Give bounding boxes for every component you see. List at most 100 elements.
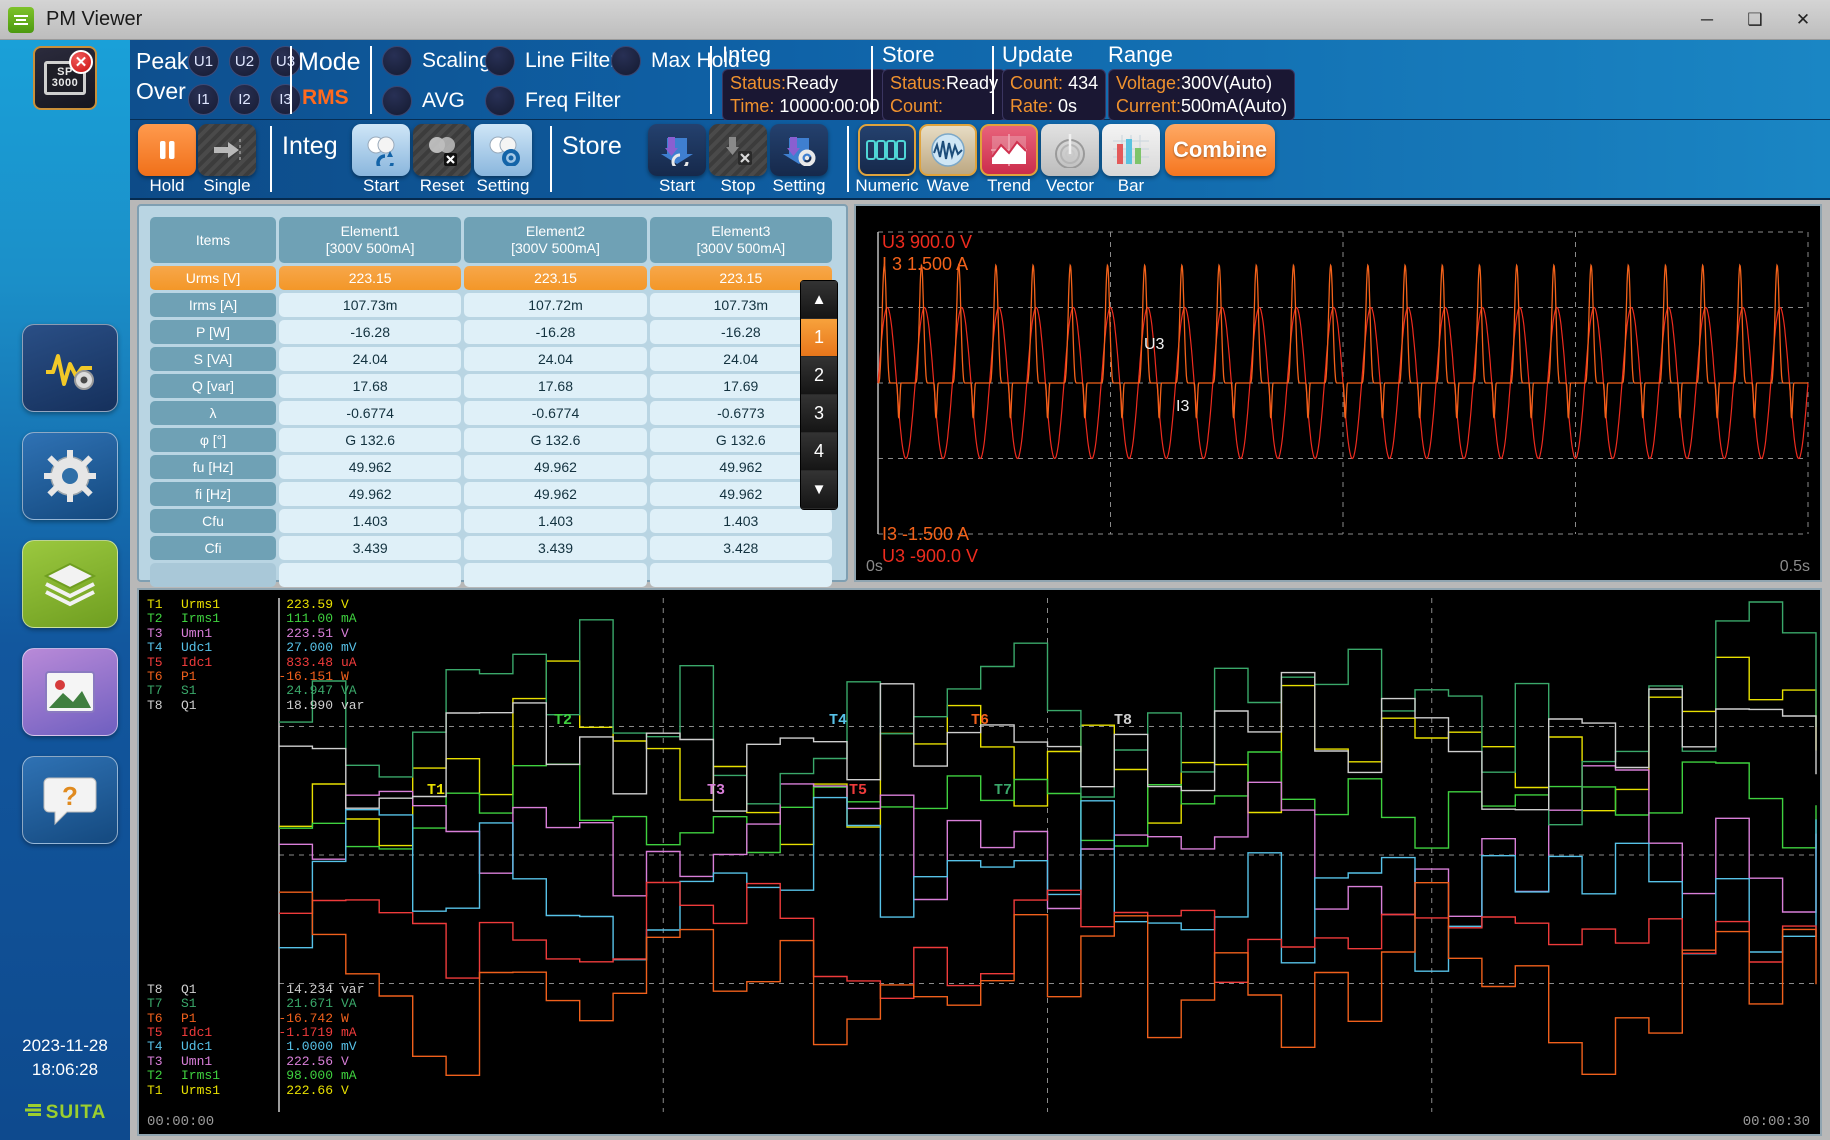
peak-indicator-u3: U3 — [270, 46, 301, 77]
legend-value: -1.1719 — [259, 1026, 333, 1040]
wave-inline-u3-label: U3 — [1144, 336, 1164, 354]
table-row[interactable]: P [W]-16.28-16.28-16.28 — [150, 320, 835, 344]
integ-start-button[interactable] — [352, 124, 410, 176]
store-stop-button[interactable] — [709, 124, 767, 176]
store-status-key: Status: — [890, 73, 946, 93]
numeric-view-button[interactable] — [858, 124, 916, 176]
page-down-button[interactable]: ▼ — [801, 471, 837, 509]
freq-filter-led-icon — [485, 86, 515, 116]
range-voltage-key: Voltage: — [1116, 73, 1181, 93]
legend-value: 27.000 — [259, 641, 333, 655]
vector-icon — [1052, 132, 1088, 168]
integ-reset-button[interactable] — [413, 124, 471, 176]
hold-button[interactable] — [138, 124, 196, 176]
table-row[interactable]: Irms [A]107.73m107.72m107.73m — [150, 293, 835, 317]
device-status-icon[interactable]: SP 3000 ✕ — [33, 46, 97, 110]
table-row[interactable]: Cfu1.4031.4031.403 — [150, 509, 835, 533]
table-row[interactable]: φ [°]G 132.6G 132.6G 132.6 — [150, 428, 835, 452]
divider-after-mode — [370, 46, 372, 114]
voltage-peak-indicators: U1 U2 U3 — [188, 46, 301, 77]
trend-time-end: 00:00:30 — [1743, 1114, 1810, 1130]
trend-cursor-tag[interactable]: T3 — [707, 782, 725, 799]
table-row[interactable] — [150, 563, 835, 587]
range-status-box: Voltage:300V(Auto) Current:500mA(Auto) — [1108, 69, 1295, 121]
cell-value: 17.68 — [464, 374, 646, 398]
header-element3: Element3 [300V 500mA] — [650, 217, 832, 263]
table-row[interactable]: Urms [V]223.15223.15223.15 — [150, 266, 835, 290]
trend-cursor-tag[interactable]: T4 — [829, 712, 847, 729]
legend-unit: uA — [333, 656, 357, 670]
wave-view-button[interactable] — [919, 124, 977, 176]
legend-trace-id: T5 — [147, 1026, 181, 1040]
integ-time-key: Time: — [730, 96, 774, 116]
single-button[interactable] — [198, 124, 256, 176]
integ-setting-button[interactable] — [474, 124, 532, 176]
close-button[interactable]: ✕ — [1780, 3, 1826, 37]
trend-legend-row: T8Q114.234var — [147, 983, 364, 997]
cell-value: 3.439 — [464, 536, 646, 560]
page-button-3[interactable]: 3 — [801, 395, 837, 433]
cell-value — [464, 563, 646, 587]
device-error-icon: ✕ — [69, 50, 93, 74]
cell-value: 3.439 — [279, 536, 461, 560]
sidebar-item-waveform-settings[interactable] — [22, 324, 118, 412]
range-current-value: 500mA(Auto) — [1181, 96, 1287, 116]
row-item-label: λ — [150, 401, 276, 425]
trend-view-button[interactable] — [980, 124, 1038, 176]
sidebar-time: 18:06:28 — [0, 1058, 130, 1082]
avg-led-icon — [382, 86, 412, 116]
sidebar-item-help[interactable]: ? — [22, 756, 118, 844]
wave-u3-min-label: U3 -900.0 V — [882, 546, 978, 567]
cell-value: 107.73m — [279, 293, 461, 317]
trend-cursor-tag[interactable]: T2 — [554, 712, 572, 729]
table-row[interactable]: fu [Hz]49.96249.96249.962 — [150, 455, 835, 479]
table-row[interactable]: fi [Hz]49.96249.96249.962 — [150, 482, 835, 506]
combine-button[interactable]: Combine — [1165, 124, 1275, 176]
minimize-button[interactable]: ─ — [1684, 3, 1730, 37]
table-row[interactable]: S [VA]24.0424.0424.04 — [150, 347, 835, 371]
page-button-1[interactable]: 1 — [801, 319, 837, 357]
trend-cursor-tag[interactable]: T7 — [994, 782, 1012, 799]
page-stepper[interactable]: ▲ 1 2 3 4 ▼ — [800, 280, 838, 510]
bar-view-button[interactable] — [1102, 124, 1160, 176]
indicator-max-hold: Max Hold — [611, 46, 740, 76]
trend-display-panel[interactable]: T1Urms1223.59VT2Irms1111.00mAT3Umn1223.5… — [137, 588, 1822, 1136]
legend-item-name: S1 — [181, 997, 259, 1011]
store-setting-button[interactable] — [770, 124, 828, 176]
trend-cursor-tag[interactable]: T6 — [971, 712, 989, 729]
sidebar-item-layers[interactable] — [22, 540, 118, 628]
sidebar-item-settings[interactable] — [22, 432, 118, 520]
legend-unit: mA — [333, 1026, 357, 1040]
maximize-button[interactable]: ❑ — [1732, 3, 1778, 37]
update-status-group: Update Count: 434 Rate: 0s — [1002, 42, 1106, 121]
table-row[interactable]: Q [var]17.6817.6817.69 — [150, 374, 835, 398]
trend-cursor-tag[interactable]: T8 — [1114, 712, 1132, 729]
legend-trace-id: T8 — [147, 983, 181, 997]
single-label: Single — [182, 176, 272, 196]
page-up-button[interactable]: ▲ — [801, 281, 837, 319]
sidebar-date: 2023-11-28 — [0, 1034, 130, 1058]
wave-display-panel[interactable]: U3 900.0 V I 3 1.500 A I3 -1.500 A U3 -9… — [854, 204, 1822, 582]
cell-value: G 132.6 — [464, 428, 646, 452]
store-start-button[interactable] — [648, 124, 706, 176]
wave-time-start: 0s — [866, 558, 883, 576]
vector-view-button[interactable] — [1041, 124, 1099, 176]
legend-unit: V — [333, 627, 349, 641]
legend-unit: mA — [333, 1069, 357, 1083]
numeric-measurement-panel: Items Element1 [300V 500mA] Element2 [30… — [137, 204, 848, 582]
sidebar: SP 3000 ✕ — [0, 40, 130, 1140]
divider-before-mode — [290, 46, 292, 114]
cell-value: -0.6774 — [279, 401, 461, 425]
trend-legend-row: T7S121.671VA — [147, 997, 364, 1011]
page-button-4[interactable]: 4 — [801, 433, 837, 471]
legend-trace-id: T7 — [147, 684, 181, 698]
page-button-2[interactable]: 2 — [801, 357, 837, 395]
waveform-gear-icon — [40, 342, 100, 394]
trend-cursor-tag[interactable]: T1 — [427, 782, 445, 799]
sidebar-item-image-export[interactable] — [22, 648, 118, 736]
table-row[interactable]: Cfi3.4393.4393.428 — [150, 536, 835, 560]
table-row[interactable]: λ-0.6774-0.6774-0.6773 — [150, 401, 835, 425]
trend-cursor-tag[interactable]: T5 — [849, 782, 867, 799]
legend-value: 21.671 — [259, 997, 333, 1011]
update-title: Update — [1002, 42, 1106, 68]
